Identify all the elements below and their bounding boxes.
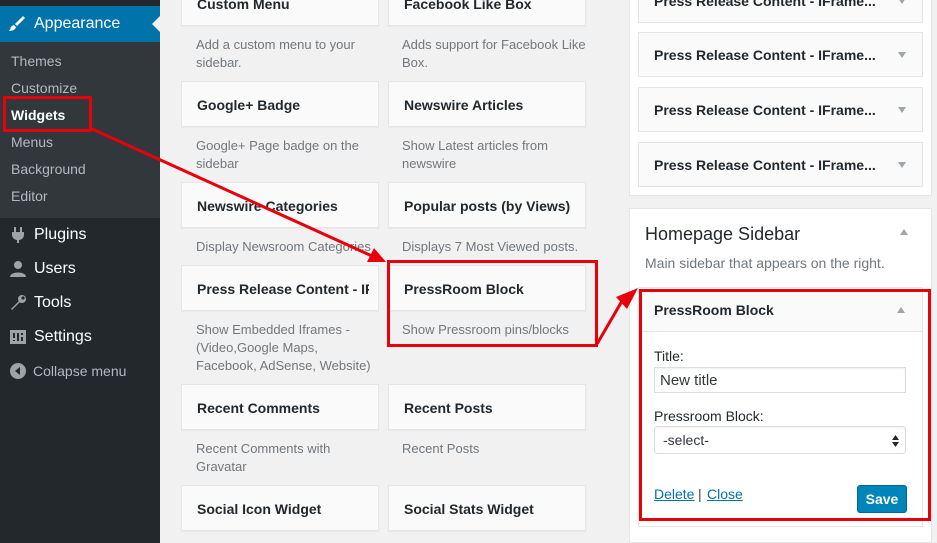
arrow-to-pressroom-block	[89, 126, 386, 262]
annotation-arrows	[89, 126, 638, 345]
arrow-to-open-widget	[595, 288, 638, 345]
